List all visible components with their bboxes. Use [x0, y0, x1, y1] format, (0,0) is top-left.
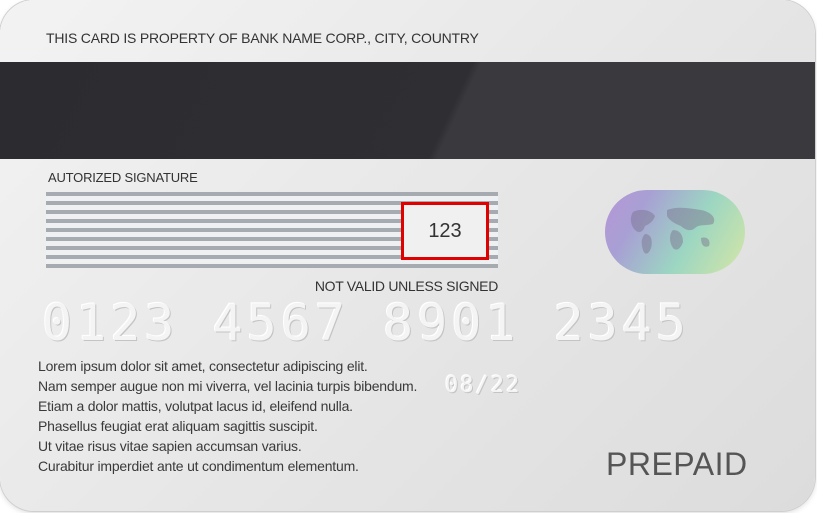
terms-line: Phasellus feugiat erat aliquam sagittis … — [38, 418, 318, 434]
world-map-icon — [630, 207, 715, 254]
cvv-code[interactable]: 123 — [401, 202, 489, 260]
terms-line: Ut vitae risus vitae sapien accumsan var… — [38, 438, 302, 454]
hologram-icon — [605, 190, 745, 274]
expiry-date: 08/22 — [445, 373, 522, 398]
terms-line: Etiam a dolor mattis, volutpat lacus id,… — [38, 398, 353, 414]
card-type-label: PREPAID — [606, 446, 748, 482]
credit-card-back: THIS CARD IS PROPERTY OF BANK NAME CORP.… — [0, 0, 815, 511]
terms-text: Lorem ipsum dolor sit amet, consectetur … — [38, 356, 417, 476]
terms-line: Lorem ipsum dolor sit amet, consectetur … — [38, 358, 368, 374]
not-valid-text: NOT VALID UNLESS SIGNED — [314, 278, 498, 294]
signature-label: AUTORIZED SIGNATURE — [48, 170, 198, 185]
card-property-text: THIS CARD IS PROPERTY OF BANK NAME CORP.… — [46, 30, 479, 46]
magnetic-stripe — [0, 62, 815, 159]
terms-line: Nam semper augue non mi viverra, vel lac… — [38, 378, 418, 394]
terms-line: Curabitur imperdiet ante ut condimentum … — [38, 458, 359, 474]
card-number: 0123 4567 8901 2345 — [42, 294, 690, 352]
